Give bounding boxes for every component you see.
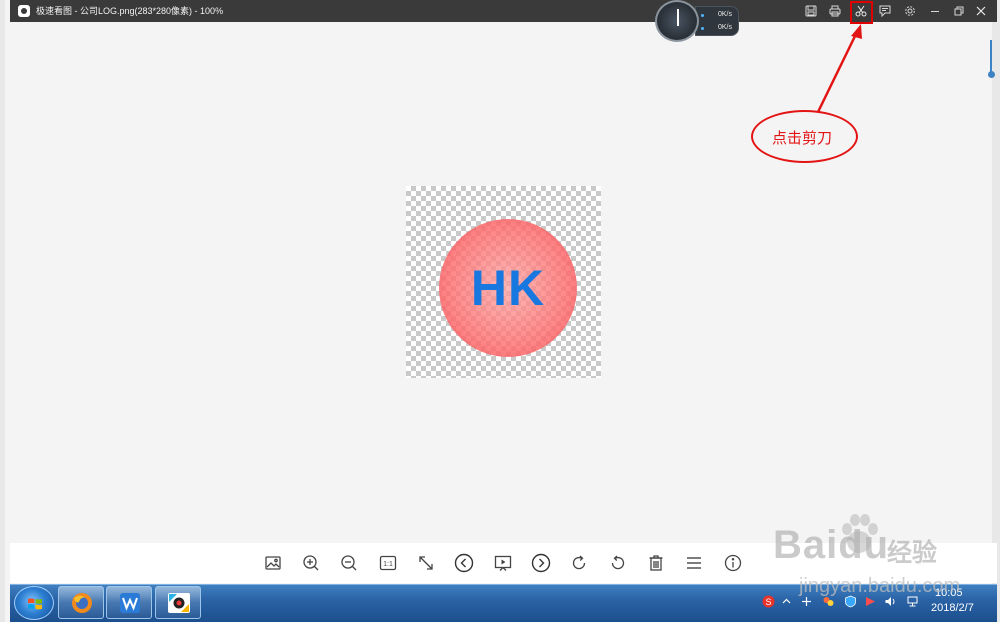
download-dot (701, 27, 704, 30)
minimize-icon (931, 11, 939, 12)
speed-gauge (655, 0, 699, 42)
slideshow-icon (494, 555, 512, 571)
clock-date[interactable]: 2018/2/7 (931, 602, 974, 614)
taskbar-image-viewer[interactable] (155, 586, 201, 619)
logo-text: HK (470, 260, 546, 316)
image-viewer-icon (168, 593, 190, 613)
zoom-slider-track (990, 40, 992, 73)
save-button[interactable] (803, 3, 819, 19)
comment-button[interactable] (877, 3, 893, 19)
next-icon (531, 553, 551, 573)
previous-button[interactable] (453, 552, 475, 574)
restore-icon (954, 6, 964, 16)
upload-dot (701, 14, 704, 17)
windows-logo-icon (28, 598, 42, 610)
svg-text:S: S (765, 597, 771, 607)
menu-button[interactable] (683, 552, 705, 574)
open-image-button[interactable] (262, 552, 284, 574)
actual-size-icon: 1:1 (379, 555, 397, 571)
annotation-text: 点击剪刀 (772, 130, 833, 147)
restore-button[interactable] (951, 3, 967, 19)
save-icon (805, 5, 817, 17)
info-button[interactable] (722, 552, 744, 574)
watermark-url: jingyan.baidu.com (799, 575, 961, 597)
speed-panel: 0K/s 0K/s (695, 6, 739, 36)
fullscreen-button[interactable] (415, 552, 437, 574)
slideshow-button[interactable] (492, 552, 514, 574)
zoom-in-icon (303, 555, 319, 571)
image-icon (265, 556, 281, 570)
zoom-slider[interactable] (988, 40, 995, 78)
close-button[interactable] (973, 3, 989, 19)
network-speed-widget[interactable]: 0K/s 0K/s (655, 0, 740, 42)
close-icon (976, 6, 986, 16)
next-button[interactable] (530, 552, 552, 574)
rotate-right-button[interactable] (568, 552, 590, 574)
firefox-icon (72, 593, 92, 613)
jingyan-watermark: 经验 (887, 539, 938, 567)
start-button[interactable] (14, 586, 54, 620)
zoom-slider-knob[interactable] (988, 71, 995, 78)
previous-icon (454, 553, 474, 573)
rotate-left-button[interactable] (607, 552, 629, 574)
download-speed: 0K/s (717, 24, 732, 31)
logo-circle: HK (439, 219, 577, 357)
scissors-highlight-box (850, 1, 873, 24)
gauge-needle (677, 9, 679, 26)
gear-icon (905, 6, 915, 16)
upload-speed: 0K/s (717, 11, 732, 18)
rotate-left-icon (611, 555, 625, 570)
delete-button[interactable] (645, 552, 667, 574)
app-logo-icon (18, 5, 30, 17)
title-bar: 极速看图 - 公司LOG.png(283*280像素) - 100% (10, 0, 997, 22)
settings-button[interactable] (902, 3, 918, 19)
comment-icon (879, 5, 891, 17)
app-window: 极速看图 - 公司LOG.png(283*280像素) - 100% 0K/s … (0, 0, 1000, 622)
zoom-out-button[interactable] (338, 552, 360, 574)
minimize-button[interactable] (927, 3, 943, 19)
zoom-out-icon (341, 555, 357, 571)
taskbar-firefox[interactable] (58, 586, 104, 619)
sogou-input-icon[interactable]: S (762, 595, 775, 608)
rotate-right-icon (572, 555, 586, 570)
baidu-paw-icon (842, 514, 878, 553)
chevron-icon[interactable] (780, 595, 793, 608)
print-icon (829, 5, 841, 17)
fullscreen-icon (419, 556, 433, 570)
wps-icon (120, 593, 140, 613)
zoom-in-button[interactable] (300, 552, 322, 574)
svg-text:1:1: 1:1 (383, 561, 393, 568)
actual-size-button[interactable]: 1:1 (377, 552, 399, 574)
taskbar-wps[interactable] (106, 586, 152, 619)
menu-icon (687, 557, 701, 569)
print-button[interactable] (827, 3, 843, 19)
window-title: 极速看图 - 公司LOG.png(283*280像素) - 100% (36, 6, 224, 16)
delete-icon (649, 555, 663, 571)
info-icon (724, 554, 742, 572)
image-canvas: HK (406, 186, 601, 378)
